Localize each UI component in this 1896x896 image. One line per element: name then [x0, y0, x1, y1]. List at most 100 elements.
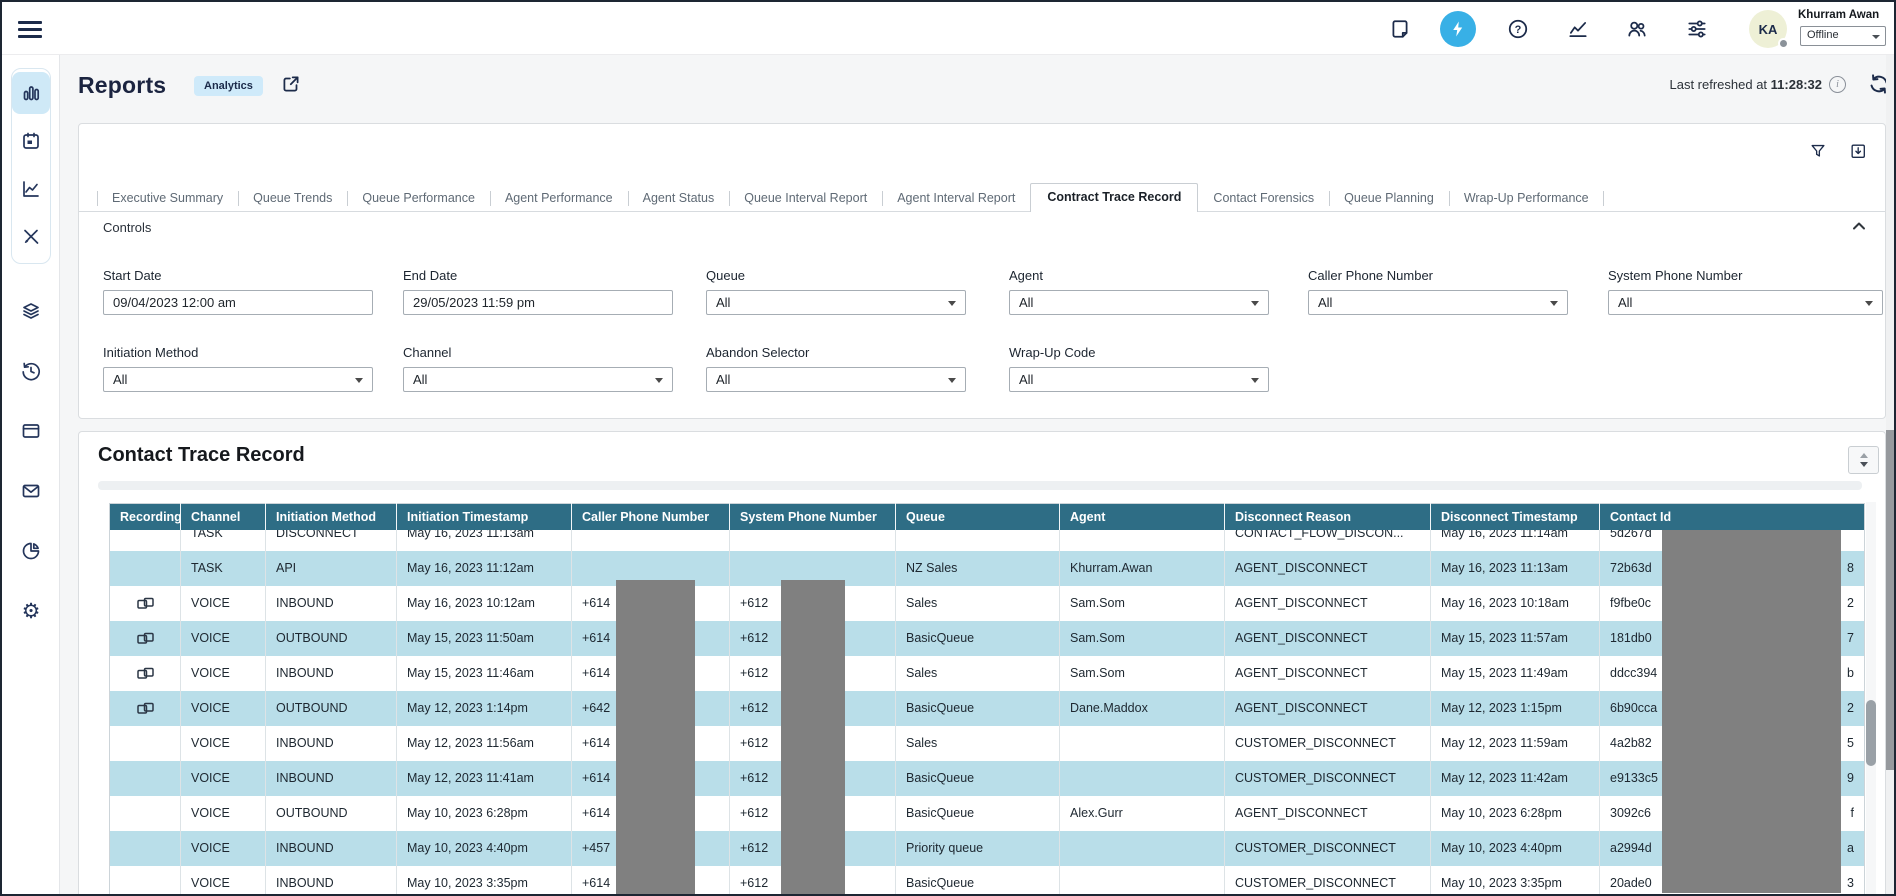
sidebar-item-trends[interactable]: [12, 165, 50, 213]
tab-queue-interval-report[interactable]: Queue Interval Report: [729, 186, 882, 211]
cell-channel: TASK: [181, 530, 266, 551]
download-icon[interactable]: [1849, 142, 1867, 160]
tab-queue-planning[interactable]: Queue Planning: [1329, 186, 1449, 211]
cell-initiation-method: INBOUND: [266, 831, 397, 866]
cell-channel: VOICE: [181, 796, 266, 831]
report-controls-card: Executive SummaryQueue TrendsQueue Perfo…: [78, 123, 1886, 419]
recording-link-icon[interactable]: [137, 702, 154, 715]
tab-agent-interval-report[interactable]: Agent Interval Report: [882, 186, 1030, 211]
column-header-initiation-method[interactable]: Initiation Method: [266, 504, 397, 530]
column-header-queue[interactable]: Queue: [896, 504, 1060, 530]
abandon-selector-select[interactable]: All: [706, 367, 966, 392]
cell-initiation-timestamp: May 10, 2023 4:40pm: [397, 831, 572, 866]
filter-field-start-date: Start Date09/04/2023 12:00 am: [103, 268, 373, 315]
table-row: VOICEOUTBOUNDMay 12, 2023 1:14pm+642+612…: [110, 691, 1865, 726]
agent-select[interactable]: All: [1009, 290, 1269, 315]
cell-disconnect-timestamp: May 10, 2023 3:35pm: [1431, 866, 1600, 896]
report-tabs: Executive SummaryQueue TrendsQueue Perfo…: [79, 186, 1885, 212]
tab-agent-status[interactable]: Agent Status: [628, 186, 730, 211]
tab-contact-forensics[interactable]: Contact Forensics: [1198, 186, 1329, 211]
cell-agent: [1060, 866, 1225, 896]
wrap-up-code-select[interactable]: All: [1009, 367, 1269, 392]
table-row: VOICEINBOUNDMay 15, 2023 11:46am+614+612…: [110, 656, 1865, 691]
page-scrollbar-thumb[interactable]: [1886, 430, 1895, 770]
table-spinner-control[interactable]: [1848, 446, 1879, 474]
filter-icon[interactable]: [1809, 142, 1827, 160]
recording-link-icon[interactable]: [137, 667, 154, 680]
start-date-input[interactable]: 09/04/2023 12:00 am: [103, 290, 373, 315]
column-header-initiation-timestamp[interactable]: Initiation Timestamp: [397, 504, 572, 530]
hamburger-menu-icon[interactable]: [18, 17, 42, 39]
horizontal-scrollbar[interactable]: [98, 481, 1862, 490]
tab-queue-performance[interactable]: Queue Performance: [347, 186, 490, 211]
cell-initiation-method: OUTBOUND: [266, 691, 397, 726]
table-scrollbar-thumb[interactable]: [1866, 700, 1876, 766]
status-dot: [1778, 38, 1789, 49]
cell-disconnect-reason: AGENT_DISCONNECT: [1225, 621, 1431, 656]
tab-queue-trends[interactable]: Queue Trends: [238, 186, 347, 211]
cell-queue: BasicQueue: [896, 866, 1060, 896]
cell-disconnect-timestamp: May 15, 2023 11:49am: [1431, 656, 1600, 691]
status-select[interactable]: Offline: [1800, 26, 1886, 46]
column-header-recording[interactable]: Recording: [110, 504, 181, 530]
cell-recording[interactable]: [110, 691, 181, 726]
cell-system-phone: [730, 530, 896, 551]
cell-channel: VOICE: [181, 586, 266, 621]
sidebar-item-history[interactable]: [11, 341, 51, 401]
column-header-contact-id[interactable]: Contact Id: [1600, 504, 1865, 530]
table-scrollbar-track[interactable]: [1866, 502, 1876, 896]
sidebar-item-reports[interactable]: [12, 72, 50, 114]
caller-phone-number-select[interactable]: All: [1308, 290, 1568, 315]
end-date-input[interactable]: 29/05/2023 11:59 pm: [403, 290, 673, 315]
column-header-disconnect-reason[interactable]: Disconnect Reason: [1225, 504, 1431, 530]
recording-link-icon[interactable]: [137, 632, 154, 645]
collapse-controls-button[interactable]: [1851, 218, 1867, 234]
field-label: Abandon Selector: [706, 345, 966, 360]
tab-executive-summary[interactable]: Executive Summary: [97, 186, 238, 211]
cell-recording[interactable]: [110, 586, 181, 621]
initiation-method-select[interactable]: All: [103, 367, 373, 392]
column-header-disconnect-timestamp[interactable]: Disconnect Timestamp: [1431, 504, 1600, 530]
tab-wrap-up-performance[interactable]: Wrap-Up Performance: [1449, 186, 1604, 211]
bar-chart-icon: [20, 82, 42, 104]
cell-recording[interactable]: [110, 656, 181, 691]
sidebar-item-window[interactable]: [11, 401, 51, 461]
system-phone-number-select[interactable]: All: [1608, 290, 1883, 315]
channel-select[interactable]: All: [403, 367, 673, 392]
cell-recording: [110, 831, 181, 866]
field-label: Caller Phone Number: [1308, 268, 1568, 283]
contacts-icon[interactable]: [1626, 18, 1648, 40]
sidebar-item-customize[interactable]: [12, 213, 50, 261]
tab-agent-performance[interactable]: Agent Performance: [490, 186, 628, 211]
chevron-down-icon: [1865, 301, 1873, 306]
settings-sliders-icon[interactable]: [1686, 18, 1708, 40]
sidebar-item-schedule[interactable]: [12, 117, 50, 165]
column-header-agent[interactable]: Agent: [1060, 504, 1225, 530]
cell-recording[interactable]: [110, 621, 181, 656]
cell-disconnect-timestamp: May 16, 2023 11:14am: [1431, 530, 1600, 551]
cell-agent: Dane.Maddox: [1060, 691, 1225, 726]
metrics-chart-icon[interactable]: [1567, 18, 1589, 40]
help-icon[interactable]: ?: [1507, 18, 1529, 40]
cell-recording: [110, 866, 181, 896]
column-header-caller-phone-number[interactable]: Caller Phone Number: [572, 504, 730, 530]
tab-contract-trace-record[interactable]: Contract Trace Record: [1030, 183, 1198, 212]
recording-link-icon[interactable]: [137, 597, 154, 610]
info-icon[interactable]: i: [1829, 76, 1846, 93]
queue-select[interactable]: All: [706, 290, 966, 315]
notes-icon[interactable]: [1389, 18, 1411, 40]
topbar: ? KA Khurram Awan Offline: [2, 2, 1894, 55]
cell-initiation-method: INBOUND: [266, 726, 397, 761]
external-link-icon[interactable]: [280, 73, 302, 95]
cell-channel: TASK: [181, 551, 266, 586]
column-header-channel[interactable]: Channel: [181, 504, 266, 530]
sidebar-item-layers[interactable]: [11, 281, 51, 341]
pie-chart-icon: [20, 540, 42, 562]
column-header-system-phone-number[interactable]: System Phone Number: [730, 504, 896, 530]
quick-actions-lightning-icon[interactable]: [1440, 11, 1476, 47]
sidebar-item-settings[interactable]: ⚙: [11, 581, 51, 641]
cell-channel: VOICE: [181, 726, 266, 761]
sidebar-item-mail[interactable]: [11, 461, 51, 521]
sidebar-item-pie[interactable]: [11, 521, 51, 581]
contact-trace-card: Contact Trace Record RecordingChannelIni…: [78, 431, 1886, 896]
